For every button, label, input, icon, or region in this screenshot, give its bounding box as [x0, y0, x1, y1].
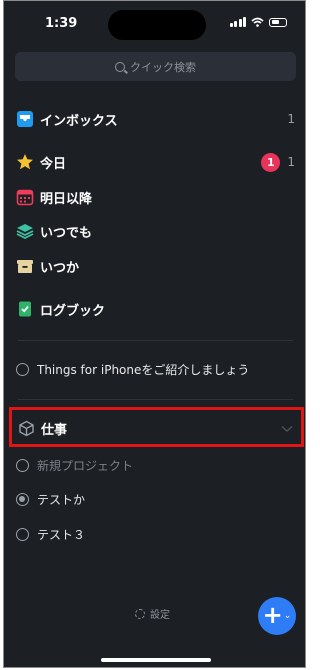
today-badge: 1: [261, 152, 281, 172]
inbox-icon: [17, 111, 33, 127]
search-placeholder: クイック検索: [130, 60, 196, 74]
search-icon: [115, 61, 125, 72]
calendar-icon: [16, 189, 34, 206]
home-indicator: [101, 658, 211, 662]
project-circle-icon: [16, 458, 29, 472]
project-item[interactable]: テスト３: [16, 523, 295, 545]
settings-label: 設定: [150, 610, 170, 621]
nav-item-label: 明日以降: [40, 191, 93, 207]
project-label: テストか: [37, 492, 86, 507]
project-circle-icon: [16, 527, 29, 541]
phone-screen: 1:39 クイック検索 インボックス 1 今日 1 1 明日以降 いつでも いつ…: [3, 0, 306, 668]
chevron-down-icon[interactable]: [281, 425, 293, 433]
nav-item-label: 今日: [40, 156, 67, 172]
divider: [18, 340, 293, 341]
settings-button[interactable]: 設定: [135, 606, 170, 621]
nav-item-label: ログブック: [40, 303, 106, 319]
signal-icon: [229, 17, 246, 27]
wifi-icon: [251, 17, 264, 27]
area-header[interactable]: 仕事: [18, 419, 293, 438]
status-icons: [229, 17, 287, 27]
today-count: 1: [287, 155, 295, 169]
project-label: 新規プロジェクト: [37, 458, 134, 473]
star-icon: [17, 154, 33, 170]
project-intro[interactable]: Things for iPhoneをご紹介しましょう: [16, 358, 295, 380]
nav-item-logbook[interactable]: ログブック: [16, 298, 295, 320]
area-cube-icon: [19, 420, 34, 437]
nav-item-inbox[interactable]: インボックス 1: [16, 108, 295, 130]
chevron-down-icon: ⌄: [283, 611, 292, 621]
layers-icon: [16, 224, 34, 240]
gear-icon: [135, 608, 145, 619]
add-button[interactable]: + ⌄: [258, 597, 296, 635]
project-item[interactable]: テストか: [16, 488, 295, 510]
nav-item-label: インボックス: [40, 113, 118, 129]
project-item[interactable]: 新規プロジェクト: [16, 454, 295, 476]
inbox-count: 1: [287, 112, 295, 126]
plus-icon: +: [262, 601, 283, 629]
logbook-icon: [19, 301, 31, 317]
dynamic-island: [108, 10, 206, 40]
nav-item-today[interactable]: 今日 1 1: [16, 151, 295, 173]
nav-item-label: いつか: [40, 260, 80, 276]
project-circle-icon: [16, 362, 29, 376]
battery-icon: [269, 17, 287, 27]
nav-item-label: いつでも: [40, 225, 93, 241]
search-input[interactable]: クイック検索: [15, 52, 296, 81]
divider: [18, 399, 293, 400]
project-progress-icon: [16, 492, 29, 506]
nav-item-upcoming[interactable]: 明日以降: [16, 186, 295, 208]
archive-box-icon: [17, 260, 33, 273]
status-time: 1:39: [45, 16, 78, 31]
project-label: Things for iPhoneをご紹介しましょう: [37, 362, 250, 377]
area-label: 仕事: [41, 423, 68, 438]
nav-item-anytime[interactable]: いつでも: [16, 220, 295, 242]
project-label: テスト３: [37, 527, 86, 542]
nav-item-someday[interactable]: いつか: [16, 255, 295, 277]
